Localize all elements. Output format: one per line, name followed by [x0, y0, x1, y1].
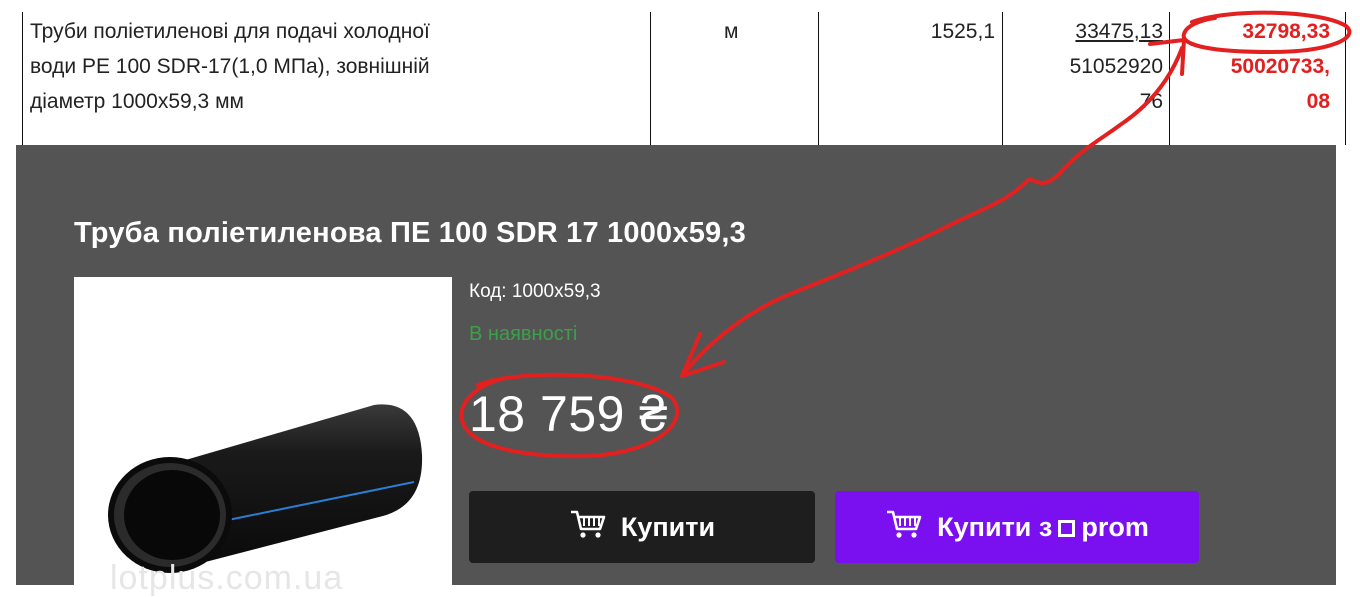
- buy-with-prom-label: Купити з: [937, 511, 1053, 542]
- product-image[interactable]: lotplus.com.ua: [74, 277, 452, 597]
- estimate-table-row: Труби поліетиленові для подачі холодної …: [0, 0, 1360, 145]
- availability-status: В наявності: [469, 323, 578, 345]
- product-card: Труба поліетиленова ПЕ 100 SDR 17 1000x5…: [16, 145, 1336, 597]
- item-quantity: 1525,1: [930, 20, 995, 43]
- total-price-part: 51052920: [1069, 55, 1163, 78]
- table-border: [22, 12, 23, 145]
- description-line: Труби поліетиленові для подачі холодної: [30, 20, 430, 43]
- watermark: lotplus.com.ua: [110, 559, 344, 597]
- description-line: води PE 100 SDR-17(1,0 МПа), зовнішній: [30, 55, 430, 78]
- cart-icon: [885, 509, 923, 546]
- table-border: [1002, 12, 1003, 145]
- product-code: Код: 1000x59,3: [469, 281, 601, 302]
- item-price: 33475,13 51052920 76: [1010, 14, 1163, 119]
- table-border: [1169, 12, 1170, 145]
- description-line: діаметр 1000х59,3 мм: [30, 90, 244, 113]
- cart-icon: [569, 509, 607, 546]
- buy-with-prom-button[interactable]: Купити з prom: [835, 491, 1199, 563]
- table-border: [650, 12, 651, 145]
- table-border: [818, 12, 819, 145]
- prom-logo-icon: [1058, 519, 1076, 537]
- product-price: 18 759 ₴: [469, 386, 668, 442]
- product-title[interactable]: Труба поліетиленова ПЕ 100 SDR 17 1000x5…: [74, 217, 746, 250]
- buy-button-label: Купити: [620, 511, 716, 542]
- item-description: Труби поліетиленові для подачі холодної …: [30, 14, 630, 119]
- prom-brand-label: prom: [1081, 511, 1149, 542]
- buy-button[interactable]: Купити: [469, 491, 815, 563]
- table-border: [1345, 12, 1346, 145]
- new-total-price-part: 08: [1306, 90, 1330, 113]
- item-unit: м: [724, 20, 739, 43]
- item-new-price: 32798,33 50020733, 08: [1178, 14, 1330, 119]
- total-price-part: 76: [1139, 90, 1163, 113]
- new-unit-price: 32798,33: [1242, 20, 1330, 43]
- pipe-image: [108, 404, 423, 573]
- unit-price: 33475,13: [1075, 20, 1163, 43]
- new-total-price-part: 50020733,: [1230, 55, 1330, 78]
